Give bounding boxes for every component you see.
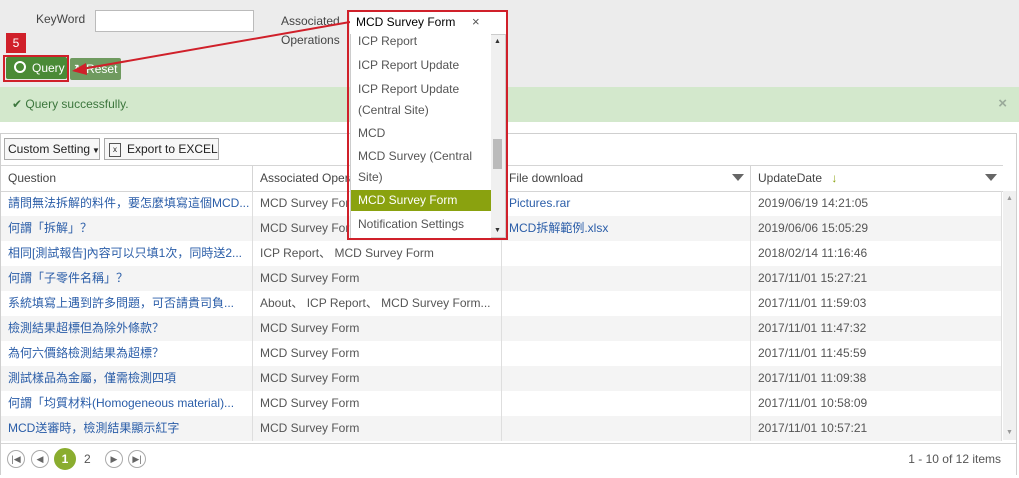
question-cell[interactable]: 請問無法拆解的料件，要怎麼填寫這個MCD...: [1, 191, 253, 216]
table-row[interactable]: 何謂「均質材料(Homogeneous material)... MCD Sur…: [1, 391, 1002, 416]
update-date-cell: 2018/02/14 11:16:46: [751, 241, 1002, 266]
column-header-question[interactable]: Question: [1, 166, 253, 191]
export-excel-button[interactable]: x Export to EXCEL: [104, 138, 219, 160]
file-link[interactable]: [502, 416, 751, 441]
close-icon[interactable]: ×: [998, 95, 1007, 112]
check-icon: ✔: [12, 97, 23, 111]
update-date-cell: 2017/11/01 15:27:21: [751, 266, 1002, 291]
file-link[interactable]: [502, 391, 751, 416]
caret-down-icon: ▼: [92, 146, 100, 155]
question-cell[interactable]: 為何六價鉻檢測結果為超標？: [1, 341, 253, 366]
custom-setting-dropdown[interactable]: Custom Setting ▼: [4, 138, 100, 160]
question-cell[interactable]: 何謂「子零件名稱」？: [1, 266, 253, 291]
operations-cell: MCD Survey Form: [253, 391, 502, 416]
question-cell[interactable]: 系統填寫上遇到許多問題，可否請貴司負...: [1, 291, 253, 316]
next-page-icon[interactable]: ▶: [105, 450, 123, 468]
dropdown-highlight: [347, 10, 508, 240]
sort-down-icon: ↓: [831, 171, 838, 185]
success-alert: ✔ Query successfully. ×: [0, 87, 1019, 122]
file-link[interactable]: [502, 366, 751, 391]
table-row[interactable]: 相同[測試報告]內容可以只填1次，同時送2... ICP Report、 MCD…: [1, 241, 1002, 266]
excel-file-icon: x: [109, 142, 121, 157]
operations-cell: MCD Survey Form: [253, 366, 502, 391]
update-date-cell: 2017/11/01 10:57:21: [751, 416, 1002, 441]
pager: |◀ ◀ 1 2 ▶ ▶| 1 - 10 of 12 items: [1, 443, 1016, 475]
table-scrollbar[interactable]: ▲ ▼: [1003, 191, 1016, 440]
file-link[interactable]: MCD拆解範例.xlsx: [502, 216, 751, 241]
file-link[interactable]: [502, 291, 751, 316]
first-page-icon[interactable]: |◀: [7, 450, 25, 468]
table-row[interactable]: MCD送審時，檢測結果顯示紅字 MCD Survey Form 2017/11/…: [1, 416, 1002, 441]
operations-cell: MCD Survey Form: [253, 316, 502, 341]
operations-cell: About、 ICP Report、 MCD Survey Form...: [253, 291, 502, 316]
table-row[interactable]: 何謂「子零件名稱」？ MCD Survey Form 2017/11/01 15…: [1, 266, 1002, 291]
filter-icon[interactable]: [732, 174, 744, 181]
question-cell[interactable]: MCD送審時，檢測結果顯示紅字: [1, 416, 253, 441]
update-date-cell: 2019/06/19 14:21:05: [751, 191, 1002, 216]
update-date-cell: 2017/11/01 11:45:59: [751, 341, 1002, 366]
operations-cell: MCD Survey Form: [253, 416, 502, 441]
table-row[interactable]: 測試樣品為金屬，僅需檢測四項 MCD Survey Form 2017/11/0…: [1, 366, 1002, 391]
filter-icon[interactable]: [985, 174, 997, 181]
column-header-file-download[interactable]: File download: [502, 166, 751, 191]
pager-summary: 1 - 10 of 12 items: [908, 452, 1001, 466]
update-date-cell: 2019/06/06 15:05:29: [751, 216, 1002, 241]
alert-message: Query successfully.: [25, 97, 129, 111]
update-date-cell: 2017/11/01 10:58:09: [751, 391, 1002, 416]
page-1-button[interactable]: 1: [54, 448, 76, 470]
question-cell[interactable]: 何謂「均質材料(Homogeneous material)...: [1, 391, 253, 416]
prev-page-icon[interactable]: ◀: [31, 450, 49, 468]
table-row[interactable]: 系統填寫上遇到許多問題，可否請貴司負... About、 ICP Report、…: [1, 291, 1002, 316]
question-cell[interactable]: 相同[測試報告]內容可以只填1次，同時送2...: [1, 241, 253, 266]
update-date-cell: 2017/11/01 11:47:32: [751, 316, 1002, 341]
column-header-updatedate[interactable]: UpdateDate ↓: [751, 166, 1003, 191]
table-row[interactable]: 為何六價鉻檢測結果為超標？ MCD Survey Form 2017/11/01…: [1, 341, 1002, 366]
update-date-cell: 2017/11/01 11:59:03: [751, 291, 1002, 316]
file-link[interactable]: [502, 266, 751, 291]
question-cell[interactable]: 何謂「拆解」？: [1, 216, 253, 241]
table-row[interactable]: 檢測結果超標但為除外條款？ MCD Survey Form 2017/11/01…: [1, 316, 1002, 341]
scroll-up-icon[interactable]: ▲: [1006, 195, 1013, 202]
question-cell[interactable]: 檢測結果超標但為除外條款？: [1, 316, 253, 341]
file-link[interactable]: [502, 341, 751, 366]
question-cell[interactable]: 測試樣品為金屬，僅需檢測四項: [1, 366, 253, 391]
scroll-down-icon[interactable]: ▼: [1006, 429, 1013, 436]
file-link[interactable]: [502, 241, 751, 266]
update-date-cell: 2017/11/01 11:09:38: [751, 366, 1002, 391]
operations-cell: MCD Survey Form: [253, 266, 502, 291]
page-2-button[interactable]: 2: [84, 452, 91, 466]
last-page-icon[interactable]: ▶|: [128, 450, 146, 468]
file-link[interactable]: [502, 316, 751, 341]
file-link[interactable]: Pictures.rar: [502, 191, 751, 216]
operations-cell: ICP Report、 MCD Survey Form: [253, 241, 502, 266]
operations-cell: MCD Survey Form: [253, 341, 502, 366]
